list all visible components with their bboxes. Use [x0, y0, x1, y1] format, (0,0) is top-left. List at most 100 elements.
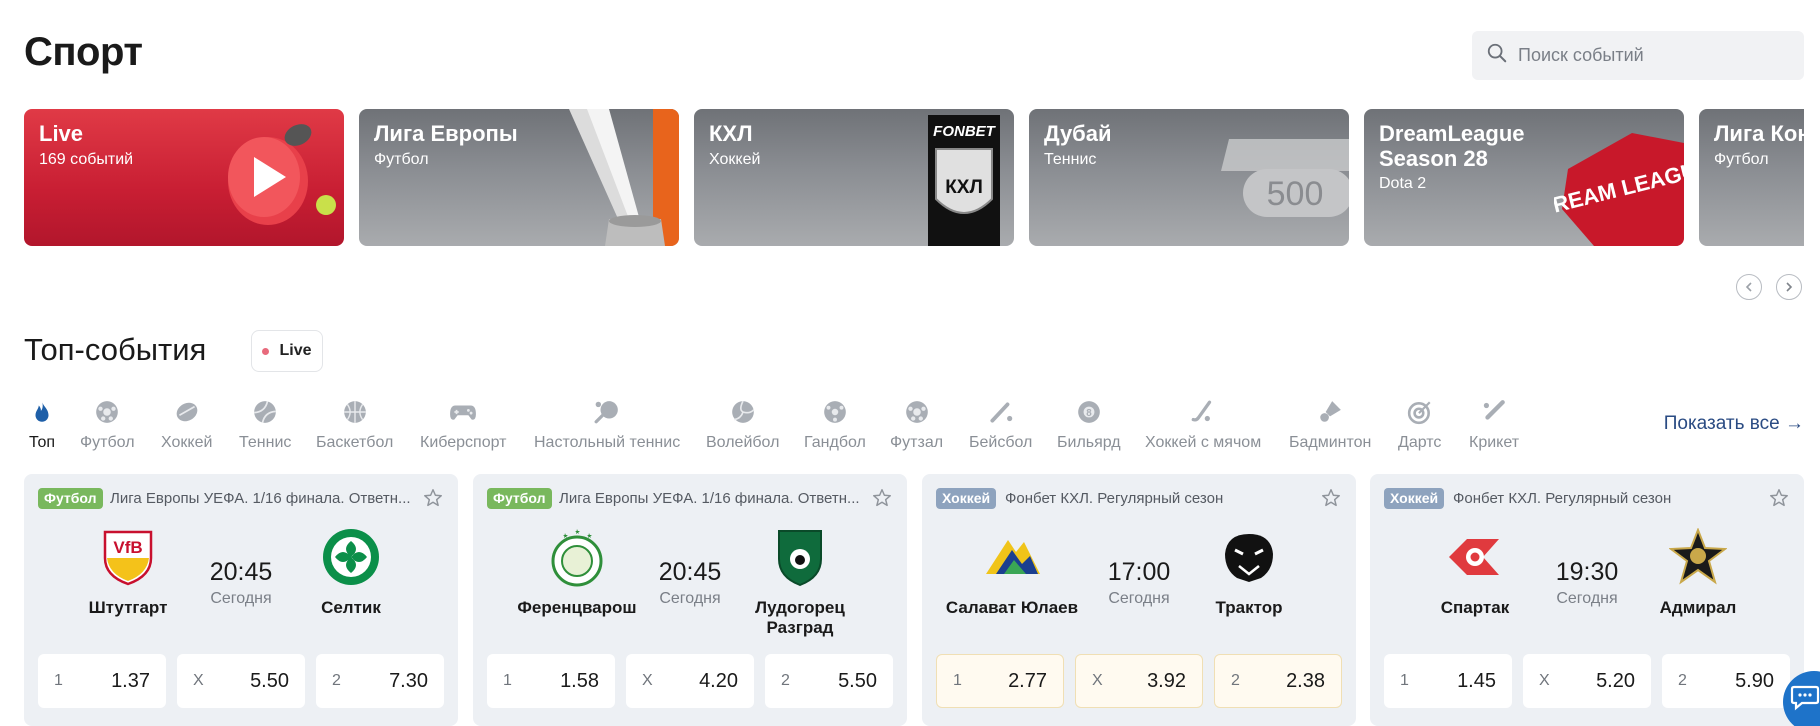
sport-tab-cricket[interactable]: Крикет	[1469, 398, 1519, 452]
event-card[interactable]: Футбол Лига Европы УЕФА. 1/16 финала. От…	[24, 474, 458, 726]
banner-live[interactable]: Live 169 событий	[24, 109, 344, 246]
banner-title: Live	[39, 121, 84, 146]
banner-subtitle: Теннис	[1044, 151, 1097, 168]
cricket-bat-icon	[1480, 398, 1508, 426]
banner-europa-league[interactable]: Лига Европы Футбол	[359, 109, 679, 246]
team-name: Лудогорец Разград	[755, 598, 845, 637]
carousel-prev-button[interactable]	[1736, 274, 1762, 300]
odds-button-draw[interactable]: X 4.20	[626, 654, 754, 708]
live-dot-icon	[262, 347, 270, 355]
sport-tab-label: Бадминтон	[1289, 434, 1372, 451]
sport-tab-top[interactable]: Топ	[28, 398, 56, 452]
away-team: Лудогорец Разград	[725, 526, 875, 638]
sport-tab-baseball[interactable]: Бейсбол	[969, 398, 1032, 452]
odds-button-home[interactable]: 1 1.37	[38, 654, 166, 708]
sport-tag: Хоккей	[936, 488, 997, 509]
section-title: Топ-события	[24, 332, 207, 367]
sport-tab-handball[interactable]: Гандбол	[804, 398, 866, 452]
chevron-left-icon	[1745, 282, 1752, 292]
league-name: Фонбет КХЛ. Регулярный сезон	[1005, 490, 1224, 507]
sport-tab-label: Хоккей	[161, 434, 213, 451]
team-name: Селтик	[321, 598, 381, 617]
sport-tab-table-tennis[interactable]: Настольный теннис	[534, 398, 680, 452]
sport-tab-volleyball[interactable]: Волейбол	[706, 398, 779, 452]
sport-tab-label: Настольный теннис	[534, 434, 681, 451]
sport-tab-bandy[interactable]: Хоккей с мячом	[1145, 398, 1261, 452]
favorite-star-icon[interactable]	[871, 487, 893, 509]
sport-tab-label: Гандбол	[804, 434, 866, 451]
page-title: Спорт	[24, 30, 143, 74]
odds-button-away[interactable]: 2 5.90	[1662, 654, 1790, 708]
svg-text:КХЛ: КХЛ	[945, 177, 983, 198]
sport-tab-label: Топ	[28, 434, 56, 451]
bandy-stick-icon	[1189, 398, 1217, 426]
odds-button-away[interactable]: 2 5.50	[765, 654, 893, 708]
event-card[interactable]: Хоккей Фонбет КХЛ. Регулярный сезон Спар…	[1370, 474, 1804, 726]
banner-conference-league[interactable]: Лига Кон Футбол	[1699, 109, 1804, 246]
event-card[interactable]: Футбол Лига Европы УЕФА. 1/16 финала. От…	[473, 474, 907, 726]
sport-tab-badminton[interactable]: Бадминтон	[1289, 398, 1371, 452]
basketball-icon	[341, 398, 369, 426]
trophy-icon	[569, 109, 679, 246]
odds-button-home[interactable]: 1 1.58	[487, 654, 615, 708]
sport-tab-hockey[interactable]: Хоккей	[161, 398, 212, 452]
search-input[interactable]	[1518, 45, 1788, 66]
live-filter-button[interactable]: Live	[251, 330, 323, 372]
sport-tab-label: Киберспорт	[420, 434, 507, 451]
sport-tag: Хоккей	[1384, 488, 1445, 509]
banner-title: Дубай	[1044, 121, 1112, 146]
home-team: Салават Юлаев	[937, 526, 1087, 618]
sport-tab-darts[interactable]: Дартс	[1398, 398, 1441, 452]
team-crest-icon	[1667, 526, 1729, 588]
away-team: Адмирал	[1623, 526, 1773, 618]
atp-500-logo-icon: 500	[1221, 139, 1349, 217]
sport-tab-label: Хоккей с мячом	[1145, 434, 1262, 451]
sport-tab-label: Бильярд	[1057, 434, 1121, 451]
dreamleague-logo-icon: DREAM LEAGUE	[1554, 133, 1684, 246]
banner-khl[interactable]: КХЛ Хоккей FONBET КХЛ	[694, 109, 1014, 246]
sport-tab-label: Футзал	[890, 434, 944, 451]
banner-subtitle: 169 событий	[39, 151, 134, 168]
odds-button-draw[interactable]: X 5.50	[177, 654, 305, 708]
play-button-icon	[228, 124, 336, 225]
live-label: Live	[279, 342, 312, 359]
svg-text:500: 500	[1267, 175, 1324, 213]
sport-tab-label: Бейсбол	[969, 434, 1033, 451]
sport-tab-label: Баскетбол	[316, 434, 394, 451]
sport-tab-basketball[interactable]: Баскетбол	[316, 398, 393, 452]
banner-subtitle: Футбол	[374, 151, 429, 168]
team-name: Штутгарт	[88, 598, 168, 617]
sport-tab-esports[interactable]: Киберспорт	[420, 398, 506, 452]
banner-subtitle: Хоккей	[709, 151, 761, 168]
odds-button-away[interactable]: 2 7.30	[316, 654, 444, 708]
show-all-link[interactable]: Показать все →	[1664, 413, 1804, 435]
carousel-next-button[interactable]	[1776, 274, 1802, 300]
sport-tab-football[interactable]: Футбол	[80, 398, 135, 452]
favorite-star-icon[interactable]	[1320, 487, 1342, 509]
favorite-star-icon[interactable]	[1768, 487, 1790, 509]
event-card[interactable]: Хоккей Фонбет КХЛ. Регулярный сезон Сала…	[922, 474, 1356, 726]
odds-button-draw[interactable]: X 5.20	[1523, 654, 1651, 708]
futsal-ball-icon	[903, 398, 931, 426]
banner-dreamleague[interactable]: DreamLeague Season 28 Dota 2 DREAM LEAGU…	[1364, 109, 1684, 246]
banner-title: Лига Европы	[374, 121, 518, 146]
sport-tab-futsal[interactable]: Футзал	[890, 398, 943, 452]
favorite-star-icon[interactable]	[422, 487, 444, 509]
sport-tag: Футбол	[487, 488, 552, 509]
search-icon	[1486, 42, 1508, 69]
banner-title: DreamLeague Season 28	[1379, 121, 1525, 171]
banner-dubai[interactable]: Дубай Теннис 500	[1029, 109, 1349, 246]
odds-button-draw[interactable]: X 3.92	[1075, 654, 1203, 708]
odds-button-home[interactable]: 1 2.77	[936, 654, 1064, 708]
sport-tab-tennis[interactable]: Теннис	[239, 398, 291, 452]
odds-button-away[interactable]: 2 2.38	[1214, 654, 1342, 708]
odds-button-home[interactable]: 1 1.45	[1384, 654, 1512, 708]
banner-carousel: Live 169 событий Лига Европы Футбол КХЛ …	[24, 109, 1804, 247]
search-box[interactable]	[1472, 31, 1804, 80]
billiard-ball-icon: 8	[1075, 398, 1103, 426]
team-name: Ференцварош	[517, 598, 637, 617]
chevron-right-icon	[1786, 282, 1793, 292]
sport-tab-billiards[interactable]: 8 Бильярд	[1057, 398, 1121, 452]
team-crest-icon	[320, 526, 382, 588]
banner-subtitle: Футбол	[1714, 151, 1769, 168]
